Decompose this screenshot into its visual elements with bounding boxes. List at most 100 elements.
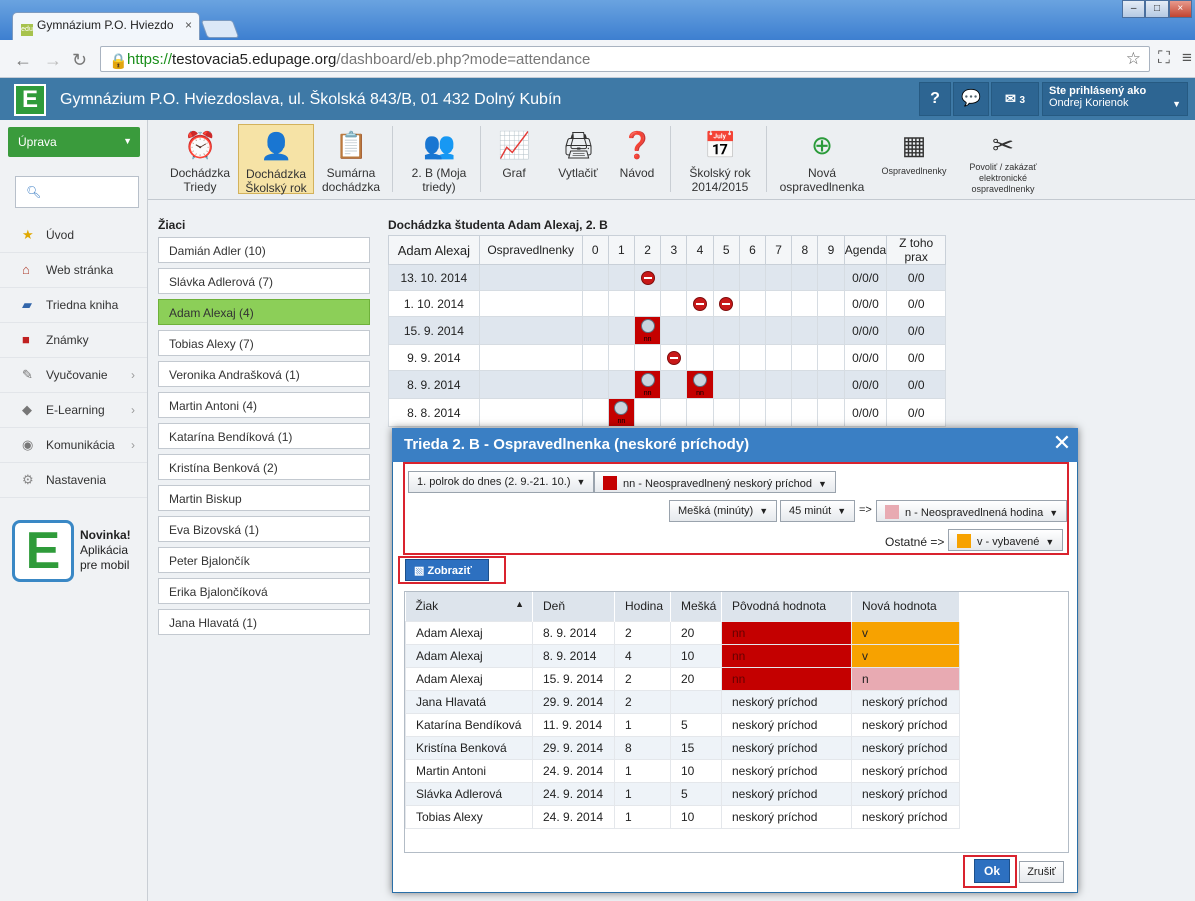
search-input[interactable]: 🔍︎ <box>15 176 139 208</box>
student-item[interactable]: Veronika Andrašková (1) <box>158 361 370 387</box>
col-den[interactable]: Deň <box>532 592 615 621</box>
student-item[interactable]: Slávka Adlerová (7) <box>158 268 370 294</box>
sidebar-item-nastavenia[interactable]: ⚙ Nastavenia <box>0 463 147 498</box>
chat-icon[interactable]: 💬 <box>953 82 989 116</box>
ribbon-graf[interactable]: 📈 Graf <box>488 124 540 194</box>
ribbon-separator <box>670 126 671 192</box>
cancel-button[interactable]: Zrušiť <box>1019 861 1064 883</box>
late-cell[interactable]: nn <box>633 370 662 399</box>
messages-button[interactable]: ✉ 3 <box>991 82 1039 116</box>
printer-icon: 🖨 <box>562 130 596 160</box>
new-tab-button[interactable] <box>200 20 240 38</box>
student-item[interactable]: Martin Biskup <box>158 485 370 511</box>
grid-cell: Kristína Benková <box>405 735 533 760</box>
minimize-icon[interactable]: – <box>1122 0 1146 18</box>
sidebar-item-web[interactable]: ⌂ Web stránka <box>0 253 147 288</box>
help-button[interactable]: ? <box>919 82 951 116</box>
absence-icon[interactable] <box>693 296 707 311</box>
grid-cell: 1 <box>614 781 671 806</box>
maximize-icon[interactable]: □ <box>1145 0 1169 18</box>
student-item[interactable]: Erika Bjalončíková <box>158 578 370 604</box>
late-by-select[interactable]: Mešká (minúty) ▼ <box>669 500 778 522</box>
group-icon: 👥 <box>423 130 456 160</box>
close-icon[interactable]: ✕ <box>1050 430 1074 458</box>
col-meska[interactable]: Mešká <box>670 592 722 621</box>
ribbon-navod[interactable]: ❓ Návod <box>610 124 664 194</box>
grid-cell: 29. 9. 2014 <box>532 735 615 760</box>
col-hour: 9 <box>817 235 845 265</box>
ribbon-dochadzka-skolsky-rok[interactable]: 👤 Dochádzka Školský rok <box>238 124 314 195</box>
tab-close-icon[interactable]: × <box>185 18 192 32</box>
sidebar-item-elearning[interactable]: ◆ E-Learning › <box>0 393 147 428</box>
period-select[interactable]: 1. polrok do dnes (2. 9.-21. 10.) ▼ <box>408 471 595 493</box>
ribbon-moja-trieda[interactable]: 👥 2. B (Moja triedy) <box>402 124 476 194</box>
col-ziak[interactable]: Žiak ▲ <box>405 592 533 621</box>
sidebar-item-uvod[interactable]: ★ Úvod <box>0 218 147 253</box>
browser-tab[interactable]: edu Gymnázium P.O. Hviezdo × <box>12 12 200 40</box>
minutes-select[interactable]: 45 minút ▼ <box>780 500 856 522</box>
chart-icon: 📈 <box>498 130 531 160</box>
table-row[interactable]: Adam Alexaj 8. 9. 2014 4 10 nn v <box>405 643 960 668</box>
fullscreen-icon[interactable]: ⛶ <box>1158 48 1170 68</box>
col-hodina[interactable]: Hodina <box>614 592 671 621</box>
grid-cell: neskorý príchod <box>851 804 960 829</box>
reload-icon[interactable]: ↻ <box>72 50 87 71</box>
sidebar-item-znamky[interactable]: ■ Známky <box>0 323 147 358</box>
table-row[interactable]: Jana Hlavatá 29. 9. 2014 2 neskorý príchod n… <box>405 689 960 714</box>
grid-cell: v <box>851 643 960 668</box>
menu-icon[interactable]: ≡ <box>1182 48 1192 68</box>
back-icon[interactable]: ← <box>14 50 32 71</box>
table-row[interactable]: Slávka Adlerová 24. 9. 2014 1 5 neskorý príc… <box>405 781 960 806</box>
absence-icon[interactable] <box>666 350 681 365</box>
edupage-logo-icon[interactable]: E <box>14 84 46 116</box>
table-row[interactable]: Kristína Benková 29. 9. 2014 8 15 neskorý pr… <box>405 735 960 760</box>
table-row[interactable]: Katarína Bendíková 11. 9. 2014 1 5 neskorý p… <box>405 712 960 737</box>
address-bar[interactable]: 🔒 https://testovacia5.edupage.org/dashboa… <box>100 46 1150 72</box>
sidebar-item-vyucovanie[interactable]: ✎ Vyučovanie › <box>0 358 147 393</box>
student-item-selected[interactable]: Adam Alexaj (4) <box>158 299 370 325</box>
table-row[interactable]: Martin Antoni 24. 9. 2014 1 10 neskorý prích… <box>405 758 960 783</box>
table-row[interactable]: Adam Alexaj 8. 9. 2014 2 20 nn v <box>405 620 960 645</box>
ribbon-dochadzka-triedy[interactable]: ⏰ Dochádzka Triedy <box>162 124 238 194</box>
student-item[interactable]: Katarína Bendíková (1) <box>158 423 370 449</box>
table-row[interactable]: Tobias Alexy 24. 9. 2014 1 10 neskorý prícho… <box>405 804 960 829</box>
user-menu[interactable]: Ste prihlásený ako Ondrej Korienok ▼ <box>1042 82 1188 116</box>
ribbon-nova-ospravedlnenka[interactable]: ⊕ Nová ospravedlnenka <box>774 124 870 194</box>
sidebar-item-komunikacia[interactable]: ◉ Komunikácia › <box>0 428 147 463</box>
other-select[interactable]: v - vybavené ▼ <box>948 529 1064 551</box>
ribbon-skolsky-rok[interactable]: 📅 Školský rok 2014/2015 <box>680 124 760 194</box>
student-item[interactable]: Tobias Alexy (7) <box>158 330 370 356</box>
student-item[interactable]: Jana Hlavatá (1) <box>158 609 370 635</box>
mobile-app-promo[interactable]: E Novinka! Aplikácia pre mobil <box>12 520 140 584</box>
col-nova[interactable]: Nová hodnota <box>851 592 960 621</box>
bookmark-star-icon[interactable]: ☆ <box>1126 49 1141 69</box>
student-item[interactable]: Kristína Benková (2) <box>158 454 370 480</box>
absence-icon[interactable] <box>719 296 734 311</box>
student-item[interactable]: Peter Bjalončík <box>158 547 370 573</box>
late-cell[interactable]: nn <box>607 398 636 427</box>
student-item[interactable]: Martin Antoni (4) <box>158 392 370 418</box>
student-item[interactable]: Eva Bizovská (1) <box>158 516 370 542</box>
sidebar-item-triedna-kniha[interactable]: ▰ Triedna kniha <box>0 288 147 323</box>
ribbon-povolit-zakazat[interactable]: ✂ Povoliť / zakázať elektronické ospravedln… <box>958 124 1048 194</box>
show-button[interactable]: ▧ Zobraziť <box>405 559 489 581</box>
uprava-button[interactable]: Úprava ▼ <box>8 127 140 157</box>
col-povodna[interactable]: Pôvodná hodnota <box>721 592 852 621</box>
grid-cell: Adam Alexaj <box>405 666 533 691</box>
window-close-icon[interactable]: × <box>1168 0 1192 18</box>
settings-icon: ⚙ <box>22 472 34 487</box>
excuses-grid-icon: ▦ <box>901 130 927 160</box>
ok-button[interactable]: Ok <box>974 859 1010 883</box>
ribbon-vytlacit[interactable]: 🖨 Vytlačiť <box>548 124 608 194</box>
ribbon-ospravedlnenky[interactable]: ▦ Ospravedlnenky <box>876 124 952 194</box>
late-cell[interactable]: nn <box>633 316 662 345</box>
student-item[interactable]: Damián Adler (10) <box>158 237 370 263</box>
result-select[interactable]: n - Neospravedlnená hodina ▼ <box>876 500 1068 522</box>
forward-icon[interactable]: → <box>44 50 62 71</box>
ribbon-sumarna-dochadzka[interactable]: 📋 Sumárna dochádzka <box>316 124 386 194</box>
late-cell[interactable]: nn <box>686 370 714 399</box>
type-select[interactable]: nn - Neospravedlnený neskorý príchod ▼ <box>594 471 836 493</box>
table-row[interactable]: Adam Alexaj 15. 9. 2014 2 20 nn n <box>405 666 960 691</box>
absence-icon[interactable] <box>640 270 655 285</box>
grid-cell: 1 <box>614 804 671 829</box>
